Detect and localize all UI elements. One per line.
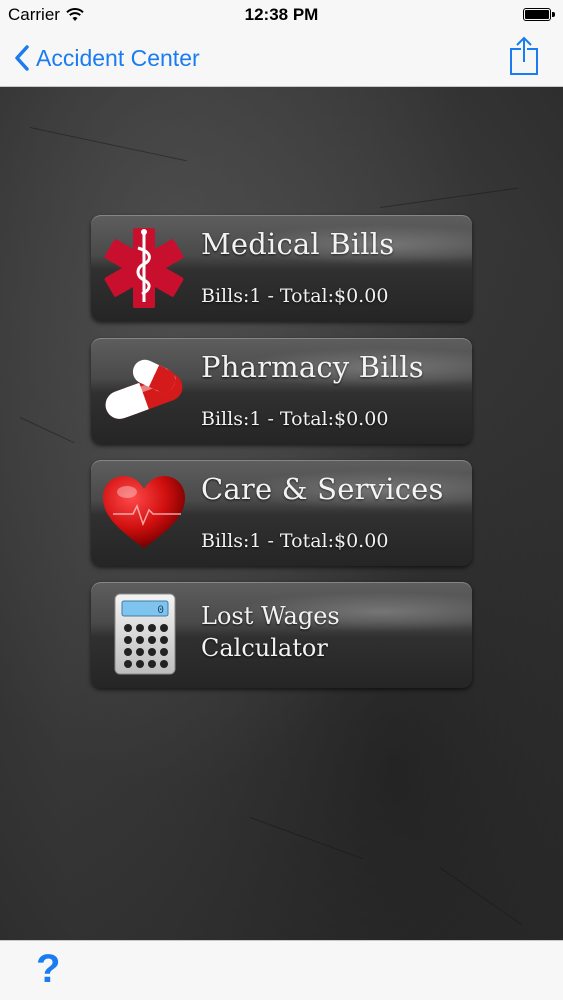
lost-wages-calculator-button[interactable]: 0 Lost Wages Calculator <box>91 582 472 688</box>
calculator-icon: 0 <box>114 593 176 675</box>
medical-star-icon <box>104 228 184 308</box>
menu-item-title: Pharmacy Bills <box>201 350 424 384</box>
background-texture <box>29 127 187 162</box>
main-content: Medical Bills Bills:1 - Total:$0.00 Phar… <box>0 87 563 940</box>
background-texture <box>19 417 75 444</box>
status-bar: Carrier 12:38 PM <box>0 0 563 30</box>
battery-icon <box>523 8 555 21</box>
menu-item-title: Lost Wages Calculator <box>201 600 340 664</box>
help-button[interactable]: ? <box>36 947 60 992</box>
menu-item-summary: Bills:1 - Total:$0.00 <box>201 530 389 552</box>
background-texture <box>379 187 519 208</box>
menu-item-summary: Bills:1 - Total:$0.00 <box>201 285 389 307</box>
share-button[interactable] <box>509 36 539 76</box>
heart-icon <box>103 476 185 548</box>
menu-item-summary: Bills:1 - Total:$0.00 <box>201 408 389 430</box>
calculator-display-value: 0 <box>157 605 164 617</box>
pill-capsule-icon <box>105 359 183 419</box>
medical-bills-button[interactable]: Medical Bills Bills:1 - Total:$0.00 <box>91 215 472 321</box>
menu-item-title: Care & Services <box>201 472 444 506</box>
pharmacy-bills-button[interactable]: Pharmacy Bills Bills:1 - Total:$0.00 <box>91 338 472 444</box>
menu-item-title-line2: Calculator <box>201 634 328 662</box>
menu-item-title: Medical Bills <box>201 227 395 261</box>
care-services-button[interactable]: Care & Services Bills:1 - Total:$0.00 <box>91 460 472 566</box>
background-texture <box>439 867 523 926</box>
menu-item-title-line1: Lost Wages <box>201 602 340 630</box>
share-icon <box>510 36 538 75</box>
bottom-toolbar: ? <box>0 940 563 1000</box>
back-button-label: Accident Center <box>36 44 200 71</box>
status-time: 12:38 PM <box>244 5 319 24</box>
navigation-bar: Accident Center <box>0 30 563 87</box>
back-button[interactable]: Accident Center <box>14 40 200 76</box>
background-texture <box>249 817 363 860</box>
chevron-left-icon <box>15 45 29 71</box>
